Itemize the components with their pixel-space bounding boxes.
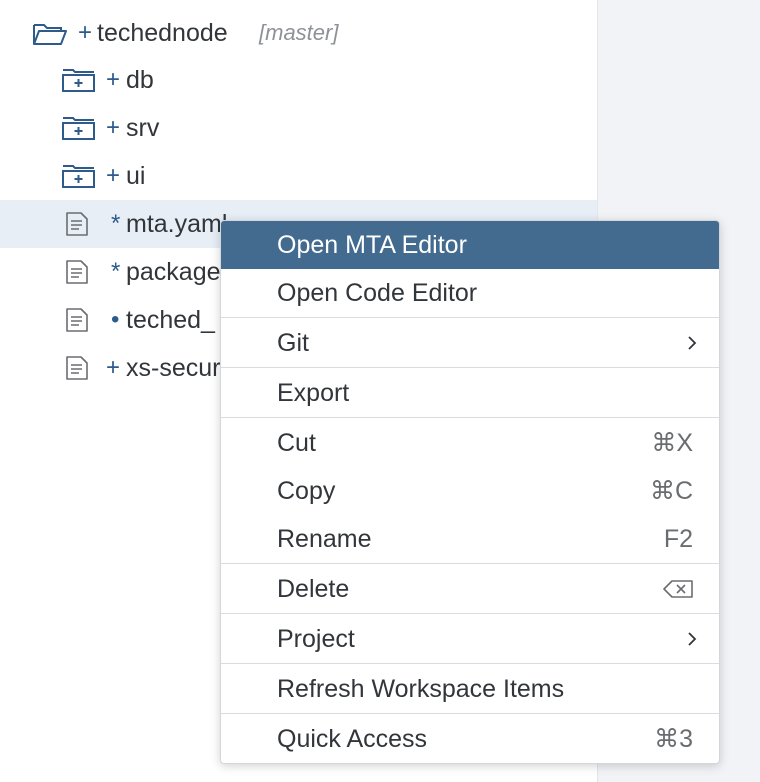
menu-separator bbox=[221, 613, 719, 614]
tree-item-prefix: + bbox=[106, 162, 121, 189]
menu-item-label: Export bbox=[277, 379, 350, 407]
menu-separator bbox=[221, 563, 719, 564]
menu-item-open-mta-editor[interactable]: Open MTA Editor bbox=[221, 221, 719, 269]
tree-item-srv[interactable]: + srv bbox=[0, 104, 597, 152]
menu-item-label: Cut bbox=[277, 429, 316, 457]
backspace-icon bbox=[663, 580, 693, 598]
menu-item-label: Copy bbox=[277, 477, 336, 505]
menu-item-label: Refresh Workspace Items bbox=[277, 675, 565, 703]
menu-item-shortcut: ⌘C bbox=[649, 477, 693, 505]
tree-item-ui[interactable]: + ui bbox=[0, 152, 597, 200]
menu-item-label: Project bbox=[277, 625, 355, 653]
tree-item-prefix: * bbox=[111, 258, 121, 285]
git-branch-label: [master] bbox=[259, 20, 339, 45]
tree-root-techednode[interactable]: + techednode [master] bbox=[0, 9, 597, 57]
menu-item-label: Git bbox=[277, 329, 309, 357]
menu-item-git[interactable]: Git bbox=[221, 319, 719, 367]
tree-item-prefix: + bbox=[106, 114, 121, 141]
file-icon bbox=[66, 356, 88, 380]
tree-item-label: teched_ bbox=[126, 306, 215, 334]
menu-item-open-code-editor[interactable]: Open Code Editor bbox=[221, 269, 719, 317]
menu-item-export[interactable]: Export bbox=[221, 369, 719, 417]
tree-item-label: ui bbox=[126, 162, 146, 190]
menu-item-shortcut: F2 bbox=[663, 525, 693, 553]
tree-item-prefix: * bbox=[111, 210, 121, 237]
menu-item-label: Open MTA Editor bbox=[277, 231, 467, 259]
menu-item-label: Rename bbox=[277, 525, 372, 553]
folder-icon bbox=[62, 117, 95, 140]
tree-item-label: srv bbox=[126, 114, 160, 142]
menu-item-shortcut: ⌘X bbox=[651, 429, 693, 457]
menu-item-label: Delete bbox=[277, 575, 350, 603]
menu-item-label: Open Code Editor bbox=[277, 279, 478, 307]
menu-separator bbox=[221, 317, 719, 318]
tree-item-label: mta.yaml bbox=[126, 210, 228, 238]
menu-item-copy[interactable]: Copy ⌘C bbox=[221, 467, 719, 515]
menu-item-quick-access[interactable]: Quick Access ⌘3 bbox=[221, 715, 719, 763]
menu-item-rename[interactable]: Rename F2 bbox=[221, 515, 719, 563]
menu-item-cut[interactable]: Cut ⌘X bbox=[221, 419, 719, 467]
menu-separator bbox=[221, 367, 719, 368]
context-menu: Open MTA Editor Open Code Editor Git Exp… bbox=[220, 220, 720, 764]
folder-icon bbox=[62, 165, 95, 188]
menu-item-delete[interactable]: Delete bbox=[221, 565, 719, 613]
file-icon bbox=[66, 308, 88, 332]
file-icon bbox=[66, 212, 88, 236]
tree-root-prefix: + bbox=[78, 19, 93, 46]
menu-item-refresh-workspace[interactable]: Refresh Workspace Items bbox=[221, 665, 719, 713]
tree-root-label: techednode bbox=[97, 19, 228, 47]
menu-item-label: Quick Access bbox=[277, 725, 428, 753]
file-icon bbox=[66, 260, 88, 284]
tree-item-prefix: + bbox=[106, 66, 121, 93]
open-folder-icon bbox=[33, 24, 67, 45]
tree-item-prefix: + bbox=[106, 354, 121, 381]
tree-item-db[interactable]: + db bbox=[0, 56, 597, 104]
tree-item-label: db bbox=[126, 66, 154, 94]
folder-icon bbox=[62, 69, 95, 92]
menu-separator bbox=[221, 713, 719, 714]
chevron-right-icon bbox=[688, 336, 697, 350]
chevron-right-icon bbox=[688, 632, 697, 646]
tree-item-prefix: • bbox=[111, 306, 120, 333]
menu-separator bbox=[221, 663, 719, 664]
menu-item-project[interactable]: Project bbox=[221, 615, 719, 663]
menu-item-shortcut: ⌘3 bbox=[654, 725, 693, 753]
menu-separator bbox=[221, 417, 719, 418]
